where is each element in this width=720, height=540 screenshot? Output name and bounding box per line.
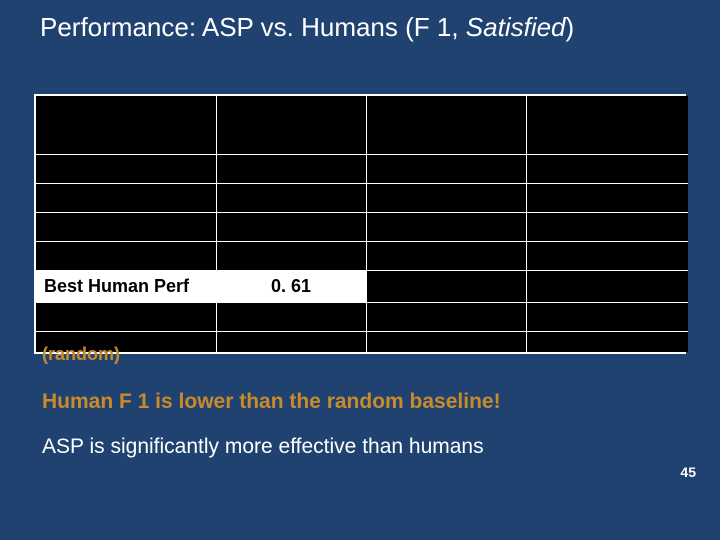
callout-human-f1: Human F 1 is lower than the random basel… [42, 390, 501, 414]
title-text-prefix: Performance: ASP vs. Humans (F 1, [40, 12, 466, 42]
slide: Performance: ASP vs. Humans (F 1, Satisf… [0, 0, 720, 540]
cell [366, 332, 526, 352]
cell [366, 154, 526, 183]
cell [216, 332, 366, 352]
cell [36, 96, 216, 154]
table-row [36, 212, 688, 241]
cell [366, 303, 526, 332]
cell [366, 212, 526, 241]
page-number: 45 [680, 464, 696, 480]
cell [366, 241, 526, 270]
table-row [36, 241, 688, 270]
table-row [36, 154, 688, 183]
table-row [36, 96, 688, 154]
slide-title: Performance: ASP vs. Humans (F 1, Satisf… [40, 12, 700, 43]
cell [216, 96, 366, 154]
table-row: Best Human Perf 0. 61 [36, 270, 688, 303]
cell [216, 241, 366, 270]
cell [526, 332, 688, 352]
cell-row-label: Best Human Perf [36, 270, 216, 303]
performance-table: Best Human Perf 0. 61 [34, 94, 686, 354]
cell [366, 96, 526, 154]
cell [526, 212, 688, 241]
table: Best Human Perf 0. 61 [36, 96, 688, 352]
cell-value: 0. 61 [216, 270, 366, 303]
cell [216, 303, 366, 332]
table-row [36, 183, 688, 212]
cell [36, 212, 216, 241]
cell [216, 154, 366, 183]
cell [526, 270, 688, 303]
random-baseline-label: (random) [42, 344, 120, 365]
cell [526, 241, 688, 270]
cell [526, 303, 688, 332]
cell [36, 303, 216, 332]
cell [36, 183, 216, 212]
cell [36, 241, 216, 270]
cell [216, 183, 366, 212]
cell [526, 154, 688, 183]
cell [366, 270, 526, 303]
title-text-suffix: ) [566, 12, 575, 42]
table-row [36, 303, 688, 332]
cell [36, 154, 216, 183]
title-text-em: Satisfied [466, 12, 566, 42]
cell [216, 212, 366, 241]
cell [526, 96, 688, 154]
callout-asp-effective: ASP is significantly more effective than… [42, 435, 484, 459]
cell [526, 183, 688, 212]
table-row [36, 332, 688, 352]
cell [366, 183, 526, 212]
